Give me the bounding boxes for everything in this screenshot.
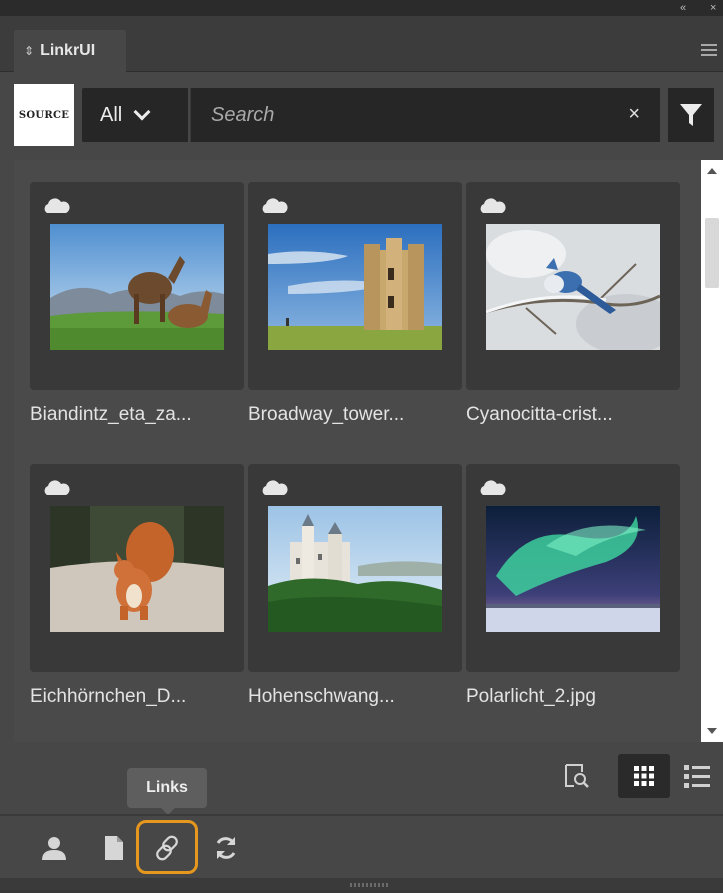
asset-thumbnail	[268, 506, 442, 632]
asset-card[interactable]	[30, 182, 244, 390]
resize-edge[interactable]	[0, 878, 723, 893]
asset-name: Cyanocitta-crist...	[466, 404, 613, 425]
source-logo[interactable]: SOURCE	[14, 84, 74, 146]
asset-thumbnail	[50, 224, 224, 350]
scroll-down-arrow-icon[interactable]	[707, 728, 717, 734]
panel-title-strip: « ×	[0, 0, 723, 16]
cloud-icon	[262, 480, 288, 495]
links-tooltip: Links	[127, 768, 207, 815]
linkr-panel: « × ⇕ LinkrUI SOURCE All ×	[0, 0, 723, 893]
tab-label: LinkrUI	[40, 42, 96, 59]
asset-name: Eichhörnchen_D...	[30, 686, 187, 707]
asset-thumbnail	[268, 224, 442, 350]
asset-card[interactable]	[248, 464, 462, 672]
search-box: ×	[190, 88, 660, 142]
preview-magnifier-icon[interactable]	[562, 762, 590, 790]
asset-name: Polarlicht_2.jpg	[466, 686, 596, 707]
vertical-scrollbar[interactable]	[701, 160, 723, 742]
document-icon[interactable]	[100, 834, 128, 862]
user-icon[interactable]	[40, 834, 68, 862]
cloud-icon	[480, 480, 506, 495]
asset-thumbnail	[486, 224, 660, 350]
asset-name: Biandintz_eta_za...	[30, 404, 192, 425]
asset-card[interactable]	[466, 182, 680, 390]
chevron-down-icon	[133, 103, 151, 121]
search-input[interactable]	[191, 103, 591, 127]
view-toolbar	[0, 742, 723, 814]
clear-search-icon[interactable]: ×	[628, 104, 640, 124]
close-icon[interactable]: ×	[710, 2, 716, 14]
footer-toolbar	[0, 814, 723, 878]
updown-arrows-icon: ⇕	[24, 44, 35, 58]
tab-bar: ⇕ LinkrUI	[0, 16, 723, 72]
scroll-thumb[interactable]	[705, 218, 719, 288]
asset-card[interactable]	[466, 464, 680, 672]
asset-card[interactable]	[248, 182, 462, 390]
links-button[interactable]	[136, 820, 198, 874]
asset-thumbnail	[50, 506, 224, 632]
resize-grip[interactable]	[350, 883, 390, 887]
grid-view-button[interactable]	[618, 754, 670, 798]
tab-linkrui[interactable]: ⇕ LinkrUI	[14, 30, 126, 72]
source-logo-text: SOURCE	[18, 109, 70, 121]
grid-view-icon	[634, 766, 654, 786]
asset-card[interactable]	[30, 464, 244, 672]
filter-button[interactable]	[668, 88, 714, 142]
link-icon	[156, 835, 178, 861]
hamburger-menu-icon[interactable]	[701, 44, 717, 58]
asset-thumbnail	[486, 506, 660, 632]
asset-grid: Biandintz_eta_za... Broadway_tower... Cy…	[14, 160, 701, 742]
list-view-icon[interactable]	[684, 764, 712, 790]
cloud-icon	[262, 198, 288, 213]
filter-bar: SOURCE All ×	[0, 72, 723, 160]
cloud-icon	[44, 480, 70, 495]
cloud-icon	[44, 198, 70, 213]
cloud-icon	[480, 198, 506, 213]
asset-name: Hohenschwang...	[248, 686, 395, 707]
asset-name: Broadway_tower...	[248, 404, 405, 425]
scroll-up-arrow-icon[interactable]	[707, 168, 717, 174]
funnel-icon	[680, 104, 702, 126]
scope-value: All	[100, 103, 123, 126]
scope-dropdown[interactable]: All	[82, 88, 188, 142]
collapse-icon[interactable]: «	[680, 2, 686, 14]
sync-icon[interactable]	[212, 834, 240, 862]
